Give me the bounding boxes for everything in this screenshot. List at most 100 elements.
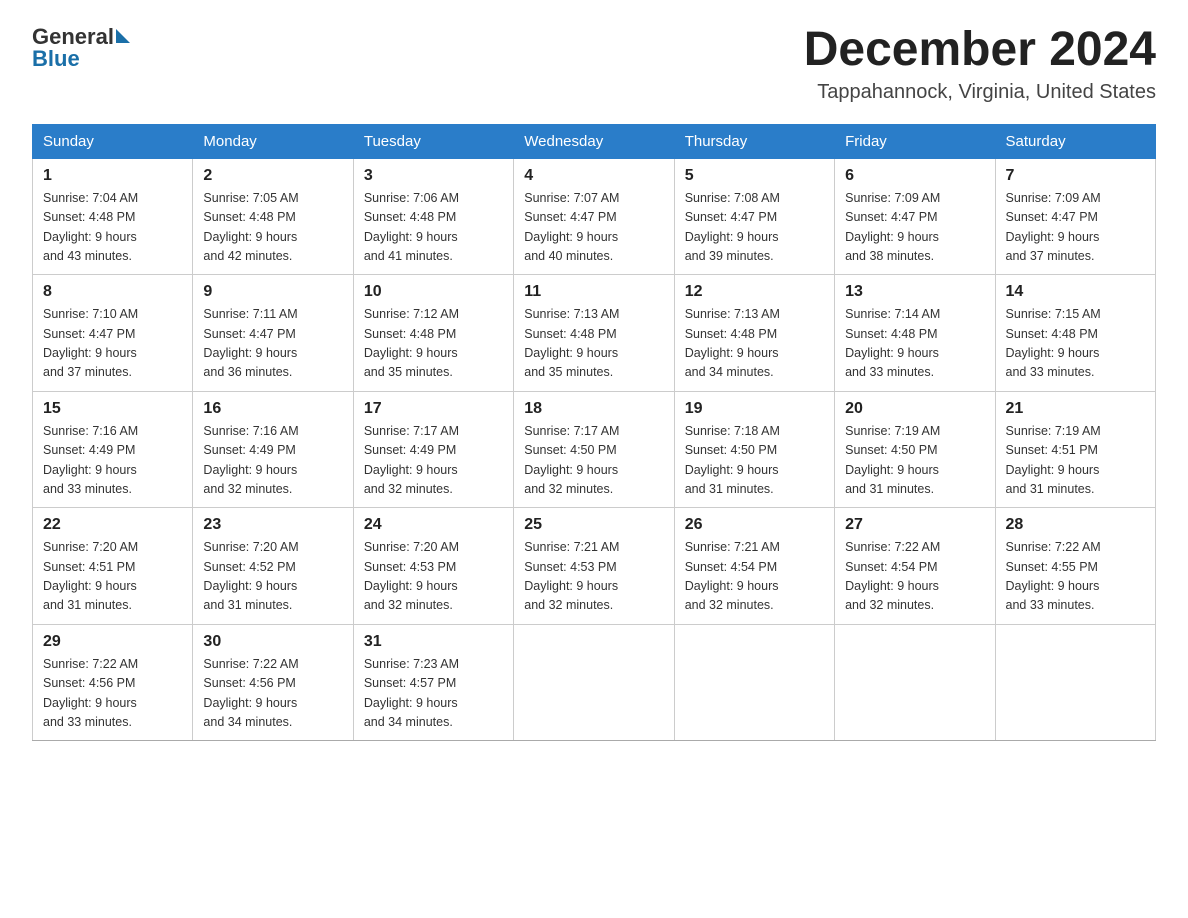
calendar-week-row: 22 Sunrise: 7:20 AMSunset: 4:51 PMDayligh… [33,508,1156,625]
calendar-cell: 10 Sunrise: 7:12 AMSunset: 4:48 PMDayligh… [353,275,513,392]
calendar-cell: 1 Sunrise: 7:04 AMSunset: 4:48 PMDaylight… [33,158,193,275]
day-number: 23 [203,516,342,534]
day-number: 31 [364,633,503,651]
day-number: 20 [845,400,984,418]
location-title: Tappahannock, Virginia, United States [804,81,1156,104]
calendar-cell: 29 Sunrise: 7:22 AMSunset: 4:56 PMDayligh… [33,624,193,741]
calendar-cell: 22 Sunrise: 7:20 AMSunset: 4:51 PMDayligh… [33,508,193,625]
calendar-cell: 26Sunrise: 7:21 AMSunset: 4:54 PMDayligh… [674,508,834,625]
calendar-cell: 5Sunrise: 7:08 AMSunset: 4:47 PMDaylight… [674,158,834,275]
day-number: 28 [1006,516,1145,534]
day-info: Sunrise: 7:22 AMSunset: 4:56 PMDaylight:… [203,655,342,733]
day-info: Sunrise: 7:11 AMSunset: 4:47 PMDaylight:… [203,305,342,383]
day-number: 6 [845,167,984,185]
page-header: General Blue December 2024 Tappahannock,… [32,24,1156,104]
calendar-cell: 3 Sunrise: 7:06 AMSunset: 4:48 PMDaylight… [353,158,513,275]
day-number: 22 [43,516,182,534]
day-number: 19 [685,400,824,418]
calendar-week-row: 8 Sunrise: 7:10 AMSunset: 4:47 PMDaylight… [33,275,1156,392]
day-number: 25 [524,516,663,534]
calendar-cell: 19 Sunrise: 7:18 AMSunset: 4:50 PMDayligh… [674,391,834,508]
day-info: Sunrise: 7:22 AMSunset: 4:56 PMDaylight:… [43,655,182,733]
calendar-cell: 7 Sunrise: 7:09 AMSunset: 4:47 PMDaylight… [995,158,1155,275]
calendar-week-row: 1 Sunrise: 7:04 AMSunset: 4:48 PMDaylight… [33,158,1156,275]
day-info: Sunrise: 7:06 AMSunset: 4:48 PMDaylight:… [364,189,503,267]
calendar-cell: 20 Sunrise: 7:19 AMSunset: 4:50 PMDayligh… [835,391,995,508]
day-info: Sunrise: 7:15 AMSunset: 4:48 PMDaylight:… [1006,305,1145,383]
day-info: Sunrise: 7:20 AMSunset: 4:53 PMDaylight:… [364,538,503,616]
calendar-cell: 31 Sunrise: 7:23 AMSunset: 4:57 PMDayligh… [353,624,513,741]
day-number: 26 [685,516,824,534]
day-info: Sunrise: 7:22 AMSunset: 4:55 PMDaylight:… [1006,538,1145,616]
day-number: 29 [43,633,182,651]
day-number: 7 [1006,167,1145,185]
calendar-cell: 18 Sunrise: 7:17 AMSunset: 4:50 PMDayligh… [514,391,674,508]
calendar-cell: 30 Sunrise: 7:22 AMSunset: 4:56 PMDayligh… [193,624,353,741]
day-number: 1 [43,167,182,185]
day-info: Sunrise: 7:20 AMSunset: 4:51 PMDaylight:… [43,538,182,616]
day-info: Sunrise: 7:04 AMSunset: 4:48 PMDaylight:… [43,189,182,267]
day-number: 16 [203,400,342,418]
day-number: 15 [43,400,182,418]
day-number: 13 [845,283,984,301]
calendar-cell [995,624,1155,741]
calendar-cell: 9 Sunrise: 7:11 AMSunset: 4:47 PMDaylight… [193,275,353,392]
day-info: Sunrise: 7:17 AMSunset: 4:49 PMDaylight:… [364,422,503,500]
day-info: Sunrise: 7:22 AMSunset: 4:54 PMDaylight:… [845,538,984,616]
logo-blue-text: Blue [32,46,130,72]
calendar-table: SundayMondayTuesdayWednesdayThursdayFrid… [32,124,1156,742]
calendar-cell: 8 Sunrise: 7:10 AMSunset: 4:47 PMDaylight… [33,275,193,392]
calendar-cell: 6 Sunrise: 7:09 AMSunset: 4:47 PMDaylight… [835,158,995,275]
day-info: Sunrise: 7:19 AMSunset: 4:51 PMDaylight:… [1006,422,1145,500]
day-number: 4 [524,167,663,185]
calendar-cell: 15 Sunrise: 7:16 AMSunset: 4:49 PMDayligh… [33,391,193,508]
calendar-cell: 28 Sunrise: 7:22 AMSunset: 4:55 PMDayligh… [995,508,1155,625]
day-number: 9 [203,283,342,301]
weekday-header-saturday: Saturday [995,124,1155,158]
calendar-cell: 14 Sunrise: 7:15 AMSunset: 4:48 PMDayligh… [995,275,1155,392]
title-section: December 2024 Tappahannock, Virginia, Un… [804,24,1156,104]
calendar-cell: 23 Sunrise: 7:20 AMSunset: 4:52 PMDayligh… [193,508,353,625]
day-number: 10 [364,283,503,301]
calendar-week-row: 29 Sunrise: 7:22 AMSunset: 4:56 PMDayligh… [33,624,1156,741]
calendar-cell: 24 Sunrise: 7:20 AMSunset: 4:53 PMDayligh… [353,508,513,625]
day-info: Sunrise: 7:17 AMSunset: 4:50 PMDaylight:… [524,422,663,500]
day-number: 3 [364,167,503,185]
day-number: 8 [43,283,182,301]
day-info: Sunrise: 7:07 AMSunset: 4:47 PMDaylight:… [524,189,663,267]
weekday-header-thursday: Thursday [674,124,834,158]
weekday-header-tuesday: Tuesday [353,124,513,158]
day-number: 14 [1006,283,1145,301]
day-info: Sunrise: 7:09 AMSunset: 4:47 PMDaylight:… [845,189,984,267]
calendar-cell: 16Sunrise: 7:16 AMSunset: 4:49 PMDayligh… [193,391,353,508]
day-info: Sunrise: 7:12 AMSunset: 4:48 PMDaylight:… [364,305,503,383]
weekday-header-row: SundayMondayTuesdayWednesdayThursdayFrid… [33,124,1156,158]
calendar-cell [514,624,674,741]
calendar-cell: 2Sunrise: 7:05 AMSunset: 4:48 PMDaylight… [193,158,353,275]
day-info: Sunrise: 7:08 AMSunset: 4:47 PMDaylight:… [685,189,824,267]
day-info: Sunrise: 7:16 AMSunset: 4:49 PMDaylight:… [43,422,182,500]
day-info: Sunrise: 7:23 AMSunset: 4:57 PMDaylight:… [364,655,503,733]
calendar-cell [674,624,834,741]
day-info: Sunrise: 7:21 AMSunset: 4:53 PMDaylight:… [524,538,663,616]
day-number: 18 [524,400,663,418]
day-info: Sunrise: 7:19 AMSunset: 4:50 PMDaylight:… [845,422,984,500]
weekday-header-wednesday: Wednesday [514,124,674,158]
calendar-cell: 11Sunrise: 7:13 AMSunset: 4:48 PMDayligh… [514,275,674,392]
logo: General Blue [32,24,130,72]
day-info: Sunrise: 7:18 AMSunset: 4:50 PMDaylight:… [685,422,824,500]
day-info: Sunrise: 7:14 AMSunset: 4:48 PMDaylight:… [845,305,984,383]
day-number: 30 [203,633,342,651]
day-info: Sunrise: 7:13 AMSunset: 4:48 PMDaylight:… [685,305,824,383]
day-info: Sunrise: 7:09 AMSunset: 4:47 PMDaylight:… [1006,189,1145,267]
day-info: Sunrise: 7:20 AMSunset: 4:52 PMDaylight:… [203,538,342,616]
calendar-cell: 13 Sunrise: 7:14 AMSunset: 4:48 PMDayligh… [835,275,995,392]
day-info: Sunrise: 7:05 AMSunset: 4:48 PMDaylight:… [203,189,342,267]
day-number: 24 [364,516,503,534]
logo-triangle-icon [116,29,130,43]
calendar-cell: 27 Sunrise: 7:22 AMSunset: 4:54 PMDayligh… [835,508,995,625]
calendar-week-row: 15 Sunrise: 7:16 AMSunset: 4:49 PMDayligh… [33,391,1156,508]
calendar-cell [835,624,995,741]
day-number: 27 [845,516,984,534]
day-info: Sunrise: 7:10 AMSunset: 4:47 PMDaylight:… [43,305,182,383]
